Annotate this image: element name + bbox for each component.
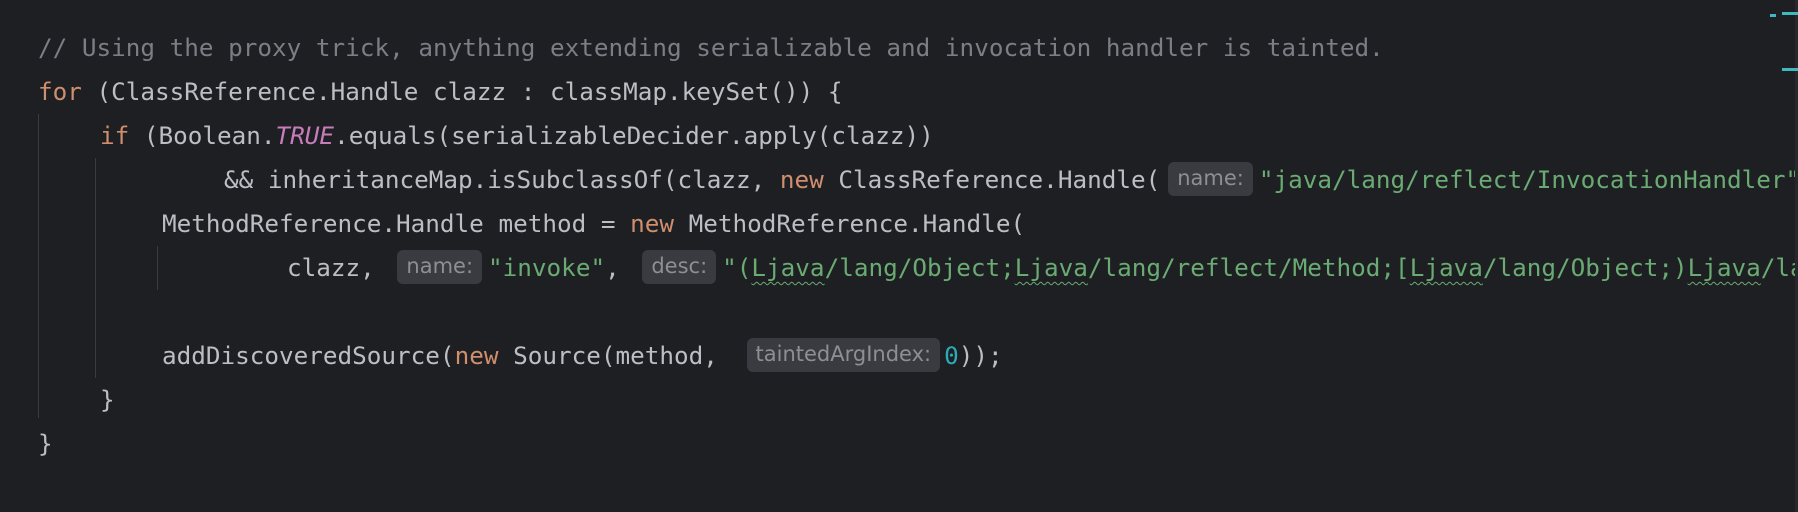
- code-line-9[interactable]: }: [100, 378, 115, 422]
- string-literal: /lang/Object;": [1760, 253, 1798, 282]
- code-line-6[interactable]: clazz, name: "invoke", desc: "(Ljava/lang/…: [287, 246, 1798, 290]
- code-text: (ClassReference.Handle clazz : classMap.…: [81, 77, 843, 106]
- scroll-marker[interactable]: [1782, 68, 1798, 71]
- string-literal: /lang/reflect/Method;[: [1087, 253, 1410, 282]
- scroll-marker[interactable]: [1782, 12, 1798, 15]
- code-text: MethodReference.Handle method =: [162, 209, 631, 238]
- string-literal: "invoke": [488, 253, 606, 282]
- parameter-hint-tainted-arg-index: taintedArgIndex:: [746, 338, 941, 372]
- keyword-new: new: [454, 341, 499, 370]
- code-line-4[interactable]: && inheritanceMap.isSubclassOf(clazz, ne…: [224, 158, 1798, 202]
- code-line-10[interactable]: }: [38, 422, 53, 466]
- keyword-new: new: [630, 209, 674, 238]
- code-line-2[interactable]: for (ClassReference.Handle clazz : class…: [38, 70, 843, 114]
- code-text: .equals(serializableDecider.apply(clazz)…: [334, 121, 934, 150]
- code-text: Source(method,: [498, 341, 733, 370]
- code-text: clazz,: [287, 253, 390, 282]
- code-text: (Boolean.: [129, 121, 276, 150]
- typo-underlined-text: Ljava: [1687, 253, 1761, 282]
- code-text: MethodReference.Handle(: [674, 209, 1026, 238]
- keyword-new: new: [779, 165, 824, 194]
- code-text: ,: [605, 253, 635, 282]
- string-literal: /lang/Object;: [824, 253, 1015, 282]
- scroll-marker[interactable]: [1770, 14, 1776, 17]
- closing-brace: }: [38, 429, 53, 458]
- indent-guide-level-1: [38, 114, 39, 418]
- string-literal: "(: [722, 253, 752, 282]
- parameter-hint-name: name:: [397, 250, 483, 284]
- typo-underlined-text: Ljava: [1409, 253, 1483, 282]
- code-text: ClassReference.Handle(: [823, 165, 1161, 194]
- typo-underlined-text: Ljava: [751, 253, 825, 282]
- constant-true: TRUE: [275, 121, 335, 150]
- indent-guide-level-2: [95, 158, 96, 378]
- code-line-8[interactable]: addDiscoveredSource(new Source(method, t…: [162, 334, 1003, 378]
- indent-guide-level-3: [157, 246, 158, 290]
- code-line-5[interactable]: MethodReference.Handle method = new Meth…: [162, 202, 1025, 246]
- parameter-hint-desc: desc:: [642, 250, 717, 284]
- code-editor[interactable]: // Using the proxy trick, anything exten…: [0, 0, 1798, 512]
- code-line-1[interactable]: // Using the proxy trick, anything exten…: [38, 26, 1384, 70]
- comment: // Using the proxy trick, anything exten…: [38, 33, 1384, 62]
- string-literal: /lang/Object;): [1482, 253, 1688, 282]
- number-literal: 0: [944, 341, 959, 370]
- keyword-if: if: [100, 121, 130, 150]
- keyword-for: for: [38, 77, 82, 106]
- closing-brace: }: [100, 385, 115, 414]
- code-line-3[interactable]: if (Boolean.TRUE.equals(serializableDeci…: [100, 114, 934, 158]
- code-text: && inheritanceMap.isSubclassOf(clazz,: [224, 165, 780, 194]
- string-literal: "java/lang/reflect/InvocationHandler": [1258, 165, 1798, 194]
- code-text: addDiscoveredSource(: [162, 341, 455, 370]
- code-text: ));: [958, 341, 1003, 370]
- parameter-hint-name: name:: [1168, 162, 1253, 196]
- typo-underlined-text: Ljava: [1014, 253, 1088, 282]
